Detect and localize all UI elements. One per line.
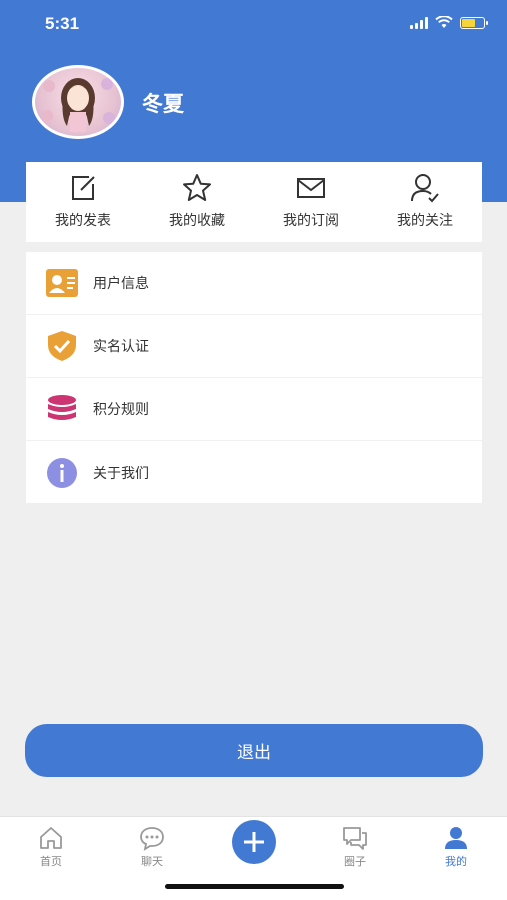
plus-icon <box>244 832 264 852</box>
my-posts-label: 我的发表 <box>55 213 111 229</box>
menu-card: 用户信息 实名认证 积分规则 关于我们 <box>26 252 482 503</box>
add-button[interactable] <box>232 820 276 864</box>
edit-icon <box>72 176 95 200</box>
tab-chat-label: 聊天 <box>141 855 163 868</box>
avatar[interactable] <box>32 65 124 139</box>
tab-circle-label: 圈子 <box>344 855 366 868</box>
menu-label-points-rules: 积分规则 <box>93 402 149 418</box>
menu-label-about-us: 关于我们 <box>93 465 149 482</box>
home-icon <box>40 827 62 849</box>
star-icon <box>183 174 211 201</box>
status-bar: 5:31 <box>0 0 507 50</box>
tab-home[interactable]: 首页 <box>21 825 81 869</box>
username: 冬夏 <box>142 92 184 116</box>
home-indicator <box>165 884 344 889</box>
wifi-icon <box>435 16 453 28</box>
tab-home-label: 首页 <box>40 855 62 868</box>
chat-icon <box>140 827 164 851</box>
menu-label-user-info: 用户信息 <box>93 276 149 292</box>
my-follows-label: 我的关注 <box>397 213 453 229</box>
my-subscriptions-button[interactable]: 我的订阅 <box>261 172 361 242</box>
my-follows-button[interactable]: 我的关注 <box>375 172 475 242</box>
shield-check-icon <box>46 330 78 362</box>
tab-circle[interactable]: 圈子 <box>325 825 385 869</box>
status-time: 5:31 <box>45 14 80 33</box>
menu-label-verification: 实名认证 <box>93 339 149 355</box>
menu-item-points-rules[interactable]: 积分规则 <box>26 378 482 441</box>
menu-item-user-info[interactable]: 用户信息 <box>26 252 482 315</box>
tab-mine[interactable]: 我的 <box>426 825 486 869</box>
menu-item-verification[interactable]: 实名认证 <box>26 315 482 378</box>
menu-item-about-us[interactable]: 关于我们 <box>26 441 482 504</box>
logout-button[interactable]: 退出 <box>25 724 483 777</box>
quick-actions-card: 我的发表 我的收藏 我的订阅 我的关注 <box>26 162 482 242</box>
tab-mine-label: 我的 <box>445 855 467 868</box>
cellular-signal-icon <box>410 16 428 29</box>
my-posts-button[interactable]: 我的发表 <box>33 172 133 242</box>
coins-icon <box>46 393 78 425</box>
tab-chat[interactable]: 聊天 <box>122 825 182 869</box>
info-icon <box>46 457 78 489</box>
person-icon <box>445 827 467 849</box>
user-check-icon <box>411 174 439 203</box>
my-favorites-button[interactable]: 我的收藏 <box>147 172 247 242</box>
battery-icon <box>460 16 488 29</box>
status-icons <box>410 16 488 29</box>
id-card-icon <box>46 267 78 299</box>
my-subscriptions-label: 我的订阅 <box>283 213 339 229</box>
comments-icon <box>343 827 367 850</box>
my-favorites-label: 我的收藏 <box>169 213 225 229</box>
mail-icon <box>297 178 325 198</box>
